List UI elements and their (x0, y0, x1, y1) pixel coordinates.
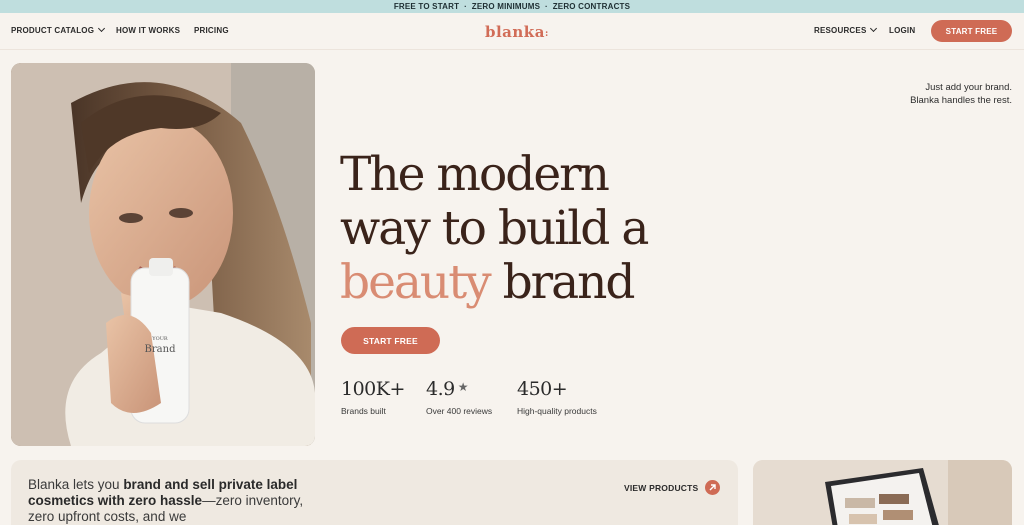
product-label-big: Brand (145, 344, 177, 355)
laptop-image-card (753, 460, 1012, 525)
headline-line-1: The modern (340, 147, 610, 202)
headline-accent: beauty (340, 255, 492, 310)
chevron-down-icon (870, 24, 878, 33)
headline-line-3-rest: brand (489, 255, 636, 310)
stat-value: 100K+ (341, 378, 405, 400)
stat-brands: 100K+ Brands built (341, 378, 405, 416)
nav-how-it-works[interactable]: HOW IT WORKS (116, 26, 180, 35)
tagline: Just add your brand. Blanka handles the … (910, 81, 1012, 107)
tagline-line-1: Just add your brand. (925, 82, 1012, 93)
logo[interactable]: blanka: (485, 23, 549, 41)
stat-products: 450+ High-quality products (517, 378, 597, 416)
view-products-link[interactable]: VIEW PRODUCTS (624, 480, 721, 495)
logo-text: blanka (485, 23, 545, 41)
top-nav: PRODUCT CATALOG HOW IT WORKS PRICING bla… (0, 13, 1024, 50)
nav-resources[interactable]: RESOURCES (814, 24, 878, 35)
intro-text: Blanka lets you brand and sell private l… (28, 477, 328, 525)
laptop-illustration (753, 460, 1012, 525)
promo-bar: FREE TO START · ZERO MINIMUMS · ZERO CON… (0, 0, 1024, 13)
chevron-down-icon (98, 24, 106, 33)
stat-value: 4.9 (426, 378, 455, 400)
intro-text-start: Blanka lets you (28, 477, 124, 492)
arrow-up-right-icon (705, 480, 721, 495)
hero-photo-illustration: YOUR Brand (11, 63, 315, 446)
promo-text: FREE TO START · ZERO MINIMUMS · ZERO CON… (393, 2, 631, 11)
stat-value: 450+ (517, 378, 568, 400)
product-label-small: YOUR (151, 336, 168, 342)
headline-line-2: way to build a (340, 201, 649, 256)
nav-login[interactable]: LOGIN (889, 26, 915, 35)
nav-product-catalog[interactable]: PRODUCT CATALOG (11, 24, 106, 35)
stat-label: Brands built (341, 406, 386, 416)
headline-line-3: beauty brand (340, 256, 647, 310)
hero-image: YOUR Brand (11, 63, 315, 446)
view-products-label: VIEW PRODUCTS (624, 482, 699, 493)
start-free-button-hero[interactable]: START FREE (341, 327, 440, 354)
nav-resources-label: RESOURCES (814, 26, 867, 35)
star-icon: ★ (457, 380, 469, 394)
stat-label: Over 400 reviews (426, 406, 493, 416)
intro-card: Blanka lets you brand and sell private l… (11, 460, 738, 525)
tagline-line-2: Blanka handles the rest. (910, 95, 1012, 106)
stat-value-wrap: 4.9 ★ (426, 378, 492, 400)
stat-label: High-quality products (517, 406, 597, 416)
nav-product-catalog-label: PRODUCT CATALOG (11, 26, 95, 35)
hero-headline: The modern way to build a beauty brand (340, 147, 649, 310)
stat-reviews: 4.9 ★ Over 400 reviews (426, 378, 492, 416)
start-free-button-nav[interactable]: START FREE (931, 20, 1012, 42)
nav-pricing[interactable]: PRICING (194, 26, 229, 35)
